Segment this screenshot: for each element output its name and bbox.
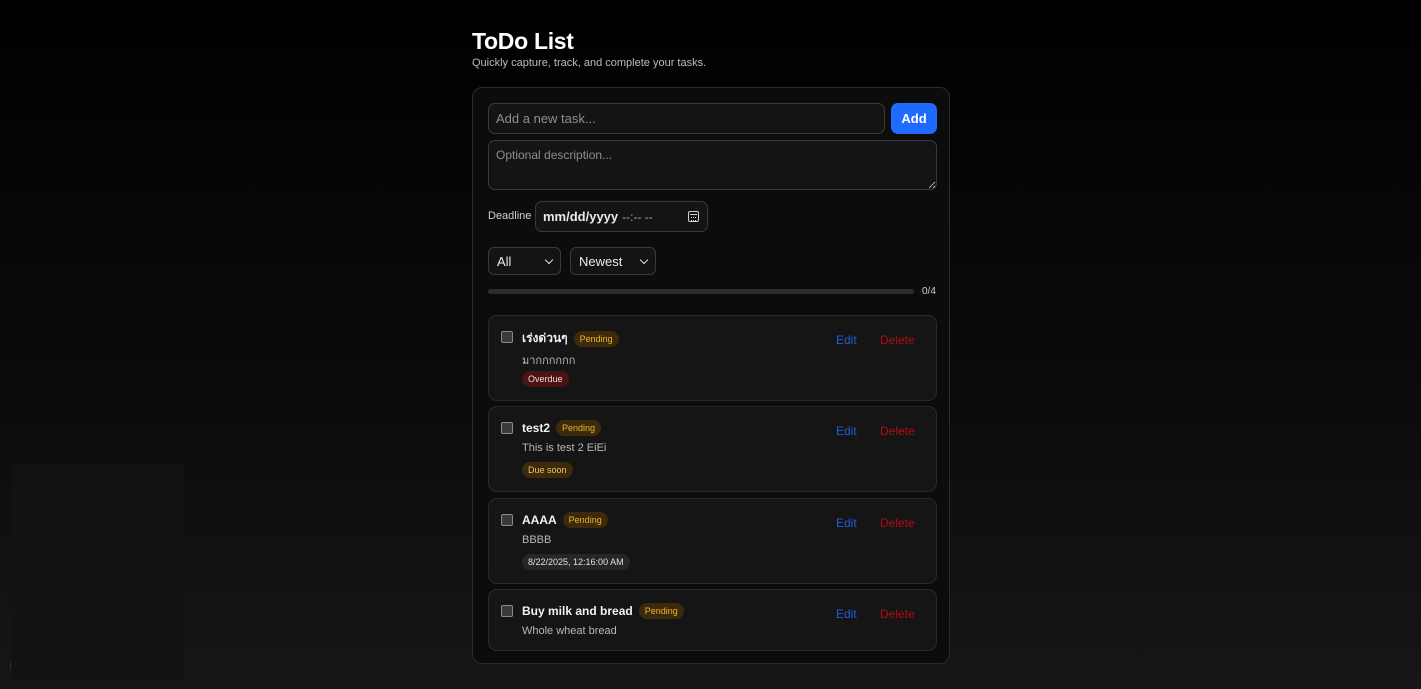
task-item: เร่งด่วนๆ Pending มากกกกกก Overdue Edit … (488, 315, 937, 401)
background-panel (12, 465, 184, 680)
task-item: test2 Pending This is test 2 EiEi Due so… (488, 406, 937, 492)
page-title: ToDo List (472, 28, 574, 54)
task-complete-checkbox[interactable] (501, 331, 513, 343)
delete-task-button[interactable]: Delete (880, 607, 915, 621)
task-title-row: เร่งด่วนๆ Pending (522, 329, 619, 348)
calendar-icon[interactable] (688, 211, 699, 222)
page-subtitle: Quickly capture, track, and complete you… (472, 57, 707, 69)
background-mark (10, 662, 11, 670)
task-complete-checkbox[interactable] (501, 422, 513, 434)
task-description-input[interactable] (488, 140, 937, 190)
todo-app: ToDo List Quickly capture, track, and co… (472, 28, 952, 664)
task-title: AAAA (522, 513, 557, 527)
task-item: Buy milk and bread Pending Whole wheat b… (488, 589, 937, 651)
due-soon-badge: Due soon (522, 462, 573, 478)
sort-order-select[interactable]: Newest (570, 247, 656, 275)
status-filter-select[interactable]: All (488, 247, 561, 275)
task-title-row: Buy milk and bread Pending (522, 603, 684, 619)
status-badge: Pending (562, 512, 608, 528)
deadline-label: Deadline (488, 210, 532, 222)
progress-bar (488, 289, 914, 294)
edit-task-button[interactable]: Edit (836, 424, 857, 438)
deadline-date-placeholder: mm/dd/yyyy (543, 209, 619, 224)
task-description: มากกกกกก (522, 355, 576, 367)
status-badge: Pending (573, 330, 619, 347)
status-badge: Pending (556, 420, 602, 436)
task-description: This is test 2 EiEi (522, 442, 607, 454)
task-complete-checkbox[interactable] (501, 605, 513, 617)
task-title: เร่งด่วนๆ (522, 331, 568, 345)
edit-task-button[interactable]: Edit (836, 516, 857, 530)
task-title-row: AAAA Pending (522, 512, 608, 528)
chevron-down-icon (639, 255, 649, 264)
deadline-badge: 8/22/2025, 12:16:00 AM (522, 554, 630, 570)
overdue-badge: Overdue (522, 371, 569, 387)
deadline-time-placeholder: --:-- -- (622, 209, 653, 224)
progress-count: 0/4 (922, 286, 936, 297)
edit-task-button[interactable]: Edit (836, 333, 857, 347)
delete-task-button[interactable]: Delete (880, 333, 915, 347)
edit-task-button[interactable]: Edit (836, 607, 857, 621)
add-task-row: Add (488, 103, 937, 134)
task-item: AAAA Pending BBBB 8/22/2025, 12:16:00 AM… (488, 498, 937, 584)
task-title: test2 (522, 421, 551, 435)
chevron-down-icon (544, 255, 554, 264)
todo-card: Add Deadline mm/dd/yyyy --:-- -- All New… (472, 87, 950, 664)
delete-task-button[interactable]: Delete (880, 516, 915, 530)
delete-task-button[interactable]: Delete (880, 424, 915, 438)
task-description: BBBB (522, 534, 552, 546)
task-title: Buy milk and bread (522, 604, 633, 618)
task-description: Whole wheat bread (522, 625, 617, 637)
task-complete-checkbox[interactable] (501, 514, 513, 526)
task-title-row: test2 Pending (522, 420, 602, 436)
sort-order-value: Newest (579, 253, 623, 269)
add-task-button[interactable]: Add (891, 103, 937, 134)
task-title-input[interactable] (488, 103, 885, 134)
status-badge: Pending (638, 603, 684, 619)
deadline-input[interactable]: mm/dd/yyyy --:-- -- (535, 201, 708, 232)
status-filter-value: All (497, 253, 512, 269)
